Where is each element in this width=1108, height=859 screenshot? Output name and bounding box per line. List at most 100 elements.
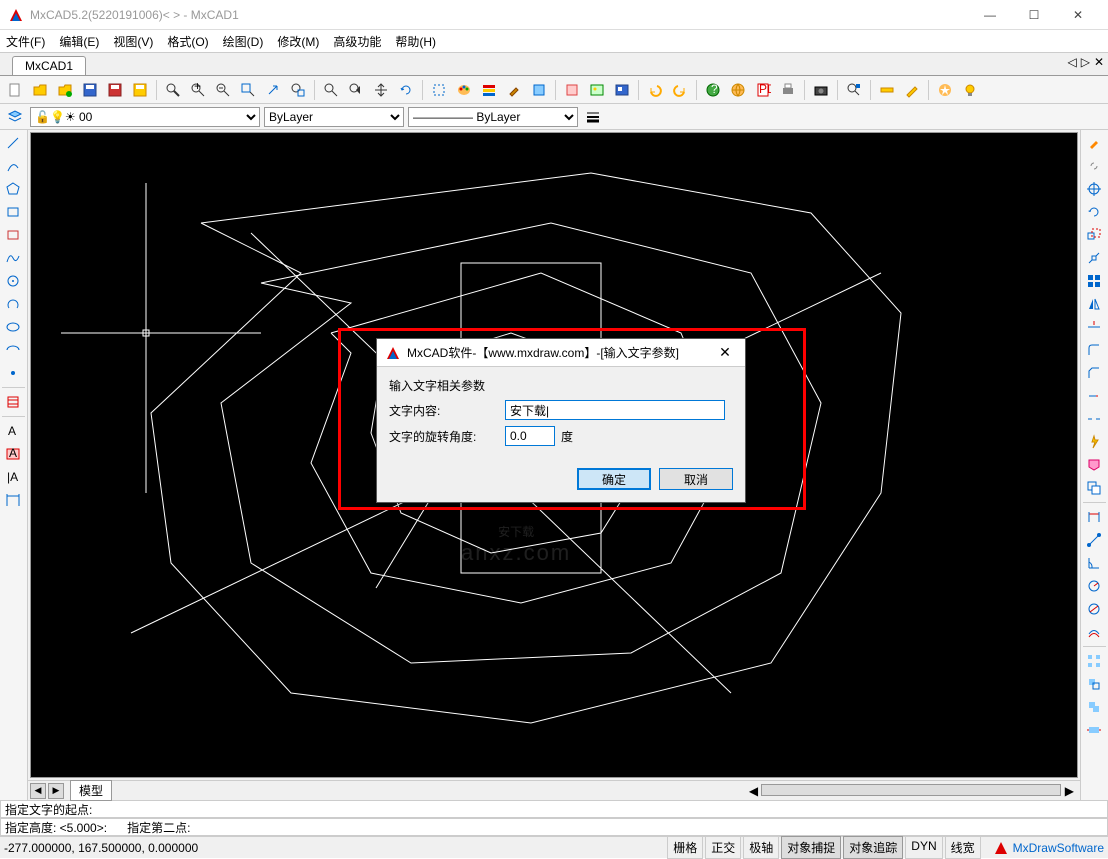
layout-prev-icon[interactable]: ◀ [30, 783, 46, 799]
zoom-arrow-icon[interactable] [262, 79, 284, 101]
pdf-icon[interactable]: PDF [752, 79, 774, 101]
undo-icon[interactable] [644, 79, 666, 101]
brush-edit-icon[interactable] [1083, 132, 1105, 154]
mirror-icon[interactable] [1083, 293, 1105, 315]
tab-close-icon[interactable]: ✕ [1094, 55, 1104, 69]
trim-icon[interactable] [1083, 316, 1105, 338]
offset-icon[interactable] [1083, 621, 1105, 643]
menu-file[interactable]: 文件(F) [6, 33, 45, 50]
status-snap[interactable]: 栅格 [667, 836, 703, 859]
break-icon[interactable] [1083, 408, 1105, 430]
new-icon[interactable] [4, 79, 26, 101]
circle-arc-icon[interactable] [2, 293, 24, 315]
saveas-icon[interactable] [104, 79, 126, 101]
block-icon[interactable] [528, 79, 550, 101]
line-icon[interactable] [2, 132, 24, 154]
point-icon[interactable] [2, 362, 24, 384]
zoom-icon[interactable] [162, 79, 184, 101]
dim-linear-icon[interactable] [1083, 506, 1105, 528]
select-icon[interactable] [428, 79, 450, 101]
print-icon[interactable] [777, 79, 799, 101]
target-icon[interactable] [1083, 178, 1105, 200]
angle-icon[interactable] [1083, 552, 1105, 574]
layers-icon[interactable] [478, 79, 500, 101]
chamfer-icon[interactable] [1083, 362, 1105, 384]
bulb-icon[interactable] [959, 79, 981, 101]
model-tab[interactable]: 模型 [70, 780, 112, 801]
ole-icon[interactable] [611, 79, 633, 101]
image-icon[interactable] [586, 79, 608, 101]
lineweight-icon[interactable] [582, 106, 604, 128]
status-ortho[interactable]: 正交 [705, 836, 741, 859]
diameter-icon[interactable] [1083, 598, 1105, 620]
copy-rect-icon[interactable] [1083, 477, 1105, 499]
camera-icon[interactable] [810, 79, 832, 101]
zoom-window-icon[interactable] [237, 79, 259, 101]
menu-modify[interactable]: 修改(M) [277, 33, 319, 50]
zoom-realtime-icon[interactable] [320, 79, 342, 101]
export-icon[interactable] [129, 79, 151, 101]
star-icon[interactable] [934, 79, 956, 101]
edit-icon[interactable] [901, 79, 923, 101]
status-otrack[interactable]: 对象追踪 [843, 836, 903, 859]
ok-button[interactable]: 确定 [577, 468, 651, 490]
region-icon[interactable] [1083, 454, 1105, 476]
menu-advanced[interactable]: 高级功能 [333, 33, 381, 50]
layers-panel-icon[interactable] [4, 106, 26, 128]
menu-view[interactable]: 视图(V) [113, 33, 153, 50]
rotate-icon[interactable] [1083, 201, 1105, 223]
extend-icon[interactable] [1083, 385, 1105, 407]
zoom-extents-icon[interactable] [287, 79, 309, 101]
rectangle-icon[interactable] [2, 201, 24, 223]
ellipse-icon[interactable] [2, 316, 24, 338]
measure-icon[interactable] [1083, 529, 1105, 551]
open-icon[interactable] [29, 79, 51, 101]
find-icon[interactable] [843, 79, 865, 101]
hatch-icon[interactable] [2, 391, 24, 413]
menu-edit[interactable]: 编辑(E) [59, 33, 99, 50]
status-lwt[interactable]: 线宽 [945, 836, 981, 859]
text-icon[interactable]: A [2, 420, 24, 442]
circle-icon[interactable] [2, 270, 24, 292]
link-icon[interactable] [1083, 155, 1105, 177]
status-osnap[interactable]: 对象捕捉 [781, 836, 841, 859]
rotation-input[interactable] [505, 426, 555, 446]
web-icon[interactable] [727, 79, 749, 101]
minimize-button[interactable]: — [968, 1, 1012, 29]
palette-icon[interactable] [453, 79, 475, 101]
cancel-button[interactable]: 取消 [659, 468, 733, 490]
arc-icon[interactable] [2, 155, 24, 177]
status-dyn[interactable]: DYN [905, 836, 942, 859]
open2-icon[interactable] [54, 79, 76, 101]
close-button[interactable]: ✕ [1056, 1, 1100, 29]
move-icon[interactable] [1083, 673, 1105, 695]
scale-box-icon[interactable] [1083, 224, 1105, 246]
ruler-icon[interactable] [876, 79, 898, 101]
hscroll-track[interactable] [761, 784, 1061, 796]
rect-alt-icon[interactable] [2, 224, 24, 246]
save-icon[interactable] [79, 79, 101, 101]
stretch-icon[interactable] [1083, 719, 1105, 741]
quick-icon[interactable] [1083, 431, 1105, 453]
pan-icon[interactable] [370, 79, 392, 101]
vendor-logo[interactable]: MxDrawSoftware [993, 840, 1104, 856]
copy-icon[interactable] [1083, 696, 1105, 718]
zoom-in-icon[interactable]: + [187, 79, 209, 101]
polygon-icon[interactable] [2, 178, 24, 200]
tab-prev-icon[interactable]: ◁ [1067, 55, 1076, 69]
document-tab[interactable]: MxCAD1 [12, 56, 86, 75]
zoom-out-icon[interactable] [212, 79, 234, 101]
layout-next-icon[interactable]: ▶ [48, 783, 64, 799]
array-icon[interactable] [1083, 650, 1105, 672]
ellipse-arc-icon[interactable] [2, 339, 24, 361]
menu-format[interactable]: 格式(O) [167, 33, 208, 50]
dimension-icon[interactable] [2, 489, 24, 511]
fillet-icon[interactable] [1083, 339, 1105, 361]
menu-help[interactable]: 帮助(H) [395, 33, 436, 50]
insert-icon[interactable] [561, 79, 583, 101]
radius-icon[interactable] [1083, 575, 1105, 597]
menu-draw[interactable]: 绘图(D) [223, 33, 264, 50]
refresh-icon[interactable] [395, 79, 417, 101]
spline-icon[interactable] [2, 247, 24, 269]
tab-next-icon[interactable]: ▷ [1081, 55, 1090, 69]
